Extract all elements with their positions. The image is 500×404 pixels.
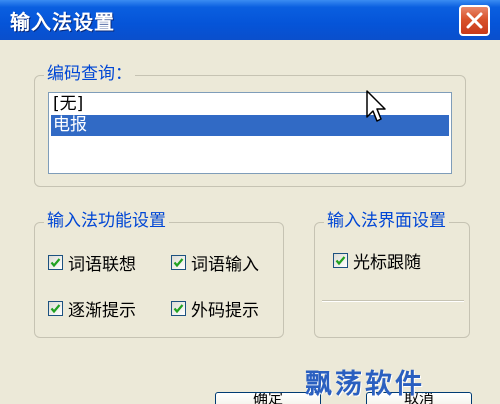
title-bar[interactable]: 输入法设置	[0, 0, 500, 40]
divider	[322, 300, 464, 302]
window-title: 输入法设置	[10, 10, 115, 34]
list-item[interactable]: [无]	[51, 94, 449, 115]
checkbox-word-association[interactable]: 词语联想	[48, 251, 136, 275]
list-item-selected[interactable]: 电报	[51, 115, 449, 136]
checkmark-icon	[173, 303, 184, 313]
settings-dialog: 输入法设置 编码查询： [无] 电报 输入法功能设置 词语联想 词语输入 逐渐提…	[0, 0, 500, 404]
checkbox-external-code-hint[interactable]: 外码提示	[171, 297, 259, 321]
function-group-label: 输入法功能设置	[44, 211, 169, 231]
checkbox-label: 外码提示	[191, 300, 259, 321]
list-item-label: 电报	[53, 115, 87, 135]
checkmark-icon	[173, 257, 184, 267]
checkbox-progressive-hint[interactable]: 逐渐提示	[48, 297, 136, 321]
checkbox-box[interactable]	[171, 300, 186, 316]
query-group-label: 编码查询：	[44, 64, 135, 84]
checkbox-box[interactable]	[333, 252, 348, 268]
list-item-label: [无]	[53, 94, 84, 114]
encoding-listbox[interactable]: [无] 电报	[48, 92, 452, 174]
checkbox-box[interactable]	[171, 254, 186, 270]
checkbox-label: 词语输入	[191, 254, 259, 275]
close-button[interactable]	[459, 5, 490, 36]
checkbox-label: 光标跟随	[353, 252, 421, 273]
checkbox-box[interactable]	[48, 254, 63, 270]
interface-groupbox	[314, 222, 470, 338]
checkmark-icon	[335, 255, 346, 265]
checkbox-word-input[interactable]: 词语输入	[171, 251, 259, 275]
watermark-text: 飘荡软件	[305, 369, 425, 400]
checkbox-box[interactable]	[48, 300, 63, 316]
mouse-cursor-icon	[366, 90, 388, 130]
checkbox-label: 词语联想	[68, 254, 136, 275]
checkmark-icon	[50, 257, 61, 267]
checkbox-cursor-follow[interactable]: 光标跟随	[333, 249, 421, 273]
function-groupbox	[34, 222, 284, 338]
interface-group-label: 输入法界面设置	[324, 211, 449, 231]
ok-button-label: 确定	[252, 392, 283, 404]
checkbox-label: 逐渐提示	[68, 300, 136, 321]
checkmark-icon	[50, 303, 61, 313]
